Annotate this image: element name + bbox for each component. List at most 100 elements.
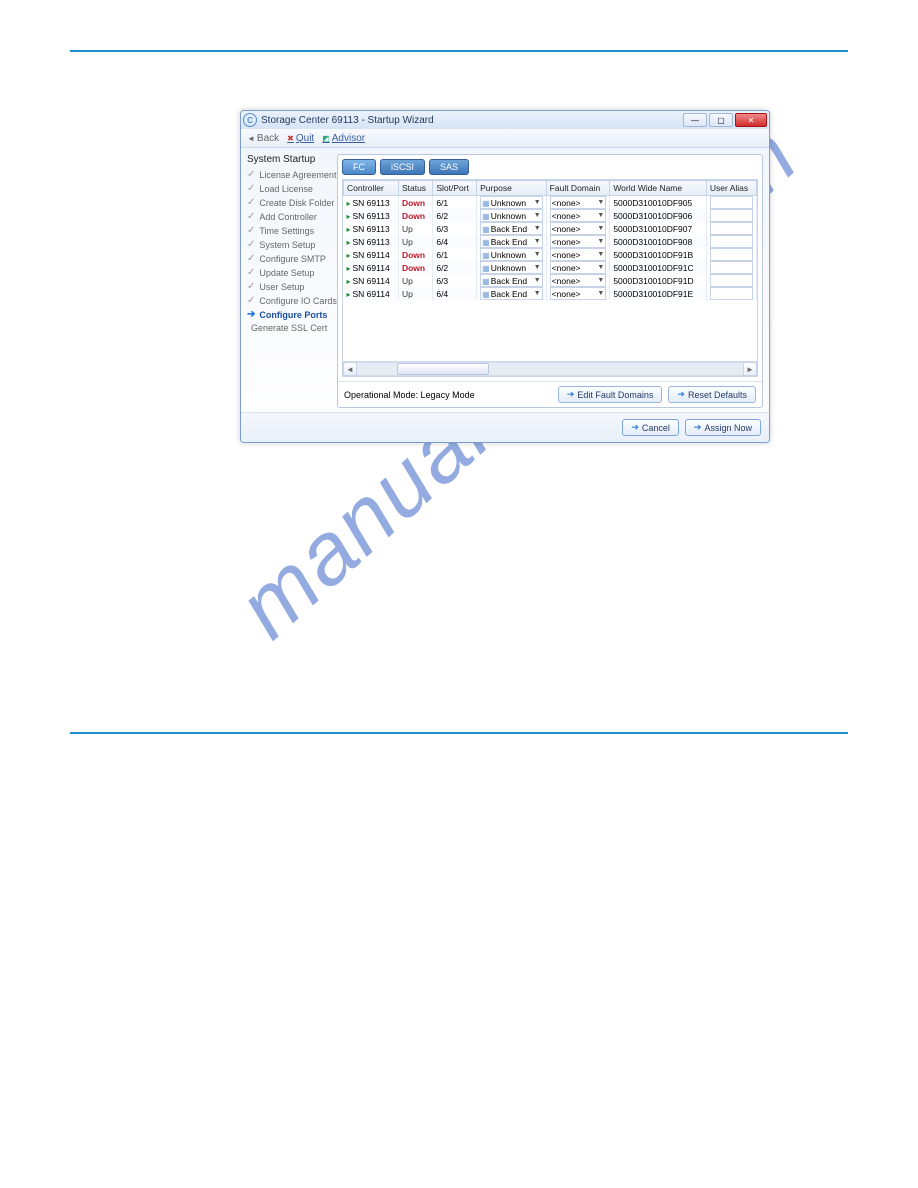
user-alias-input[interactable]: [710, 287, 753, 300]
user-alias-input[interactable]: [710, 196, 753, 209]
fault-domain-dropdown[interactable]: <none>▼: [550, 287, 607, 300]
table-row[interactable]: ▸SN 69114Down6/2▦Unknown▼<none>▼5000D310…: [344, 261, 757, 274]
purpose-dropdown[interactable]: ▦Unknown▼: [480, 209, 543, 222]
sidebar-item-system-setup[interactable]: ✓System Setup: [247, 239, 333, 250]
table-row[interactable]: ▸SN 69113Up6/4▦Back End▼<none>▼5000D3100…: [344, 235, 757, 248]
close-button[interactable]: ✕: [735, 113, 767, 127]
fault-domain-dropdown[interactable]: <none>▼: [550, 261, 607, 274]
purpose-dropdown[interactable]: ▦Back End▼: [480, 287, 543, 300]
horizontal-scrollbar[interactable]: ◄ ►: [343, 361, 757, 376]
operational-mode-label: Operational Mode: Legacy Mode: [344, 390, 475, 400]
fault-domain-dropdown[interactable]: <none>▼: [550, 235, 607, 248]
column-header[interactable]: Status: [398, 181, 432, 196]
column-header[interactable]: Slot/Port: [433, 181, 477, 196]
sidebar-item-add-controller[interactable]: ✓Add Controller: [247, 211, 333, 222]
chevron-down-icon: ▼: [534, 290, 541, 297]
titlebar[interactable]: C Storage Center 69113 - Startup Wizard …: [241, 111, 769, 129]
scroll-thumb[interactable]: [397, 363, 489, 375]
cell-slot: 6/4: [433, 235, 477, 248]
back-button[interactable]: ◄ Back: [247, 133, 279, 144]
quit-icon: ✖: [287, 134, 294, 143]
minimize-button[interactable]: —: [683, 113, 707, 127]
purpose-dropdown[interactable]: ▦Back End▼: [480, 274, 543, 287]
table-row[interactable]: ▸SN 69114Up6/3▦Back End▼<none>▼5000D3100…: [344, 274, 757, 287]
cell-controller: ▸SN 69113: [344, 222, 399, 235]
port-icon: ▦: [482, 277, 490, 286]
assign-now-button[interactable]: ➔ Assign Now: [685, 419, 761, 436]
fault-domain-dropdown[interactable]: <none>▼: [550, 248, 607, 261]
sidebar-item-configure-ports[interactable]: ➔Configure Ports: [247, 309, 333, 320]
sidebar-item-time-settings[interactable]: ✓Time Settings: [247, 225, 333, 236]
fault-domain-dropdown[interactable]: <none>▼: [550, 222, 607, 235]
table-row[interactable]: ▸SN 69114Up6/4▦Back End▼<none>▼5000D3100…: [344, 287, 757, 300]
sidebar-item-generate-ssl-cert[interactable]: Generate SSL Cert: [247, 323, 333, 333]
controller-icon: ▸: [347, 290, 351, 299]
table-row[interactable]: ▸SN 69113Up6/3▦Back End▼<none>▼5000D3100…: [344, 222, 757, 235]
cell-fault-domain: <none>▼: [546, 274, 610, 287]
app-icon: C: [243, 113, 257, 127]
table-row[interactable]: ▸SN 69113Down6/1▦Unknown▼<none>▼5000D310…: [344, 196, 757, 210]
user-alias-input[interactable]: [710, 274, 753, 287]
maximize-button[interactable]: ▢: [709, 113, 733, 127]
purpose-dropdown[interactable]: ▦Unknown▼: [480, 248, 543, 261]
sidebar-item-load-license[interactable]: ✓Load License: [247, 183, 333, 194]
port-icon: ▦: [482, 238, 490, 247]
assign-label: Assign Now: [704, 423, 752, 433]
cell-purpose: ▦Unknown▼: [477, 248, 547, 261]
sidebar-item-label: License Agreement: [259, 170, 336, 180]
cell-slot: 6/2: [433, 261, 477, 274]
cell-fault-domain: <none>▼: [546, 209, 610, 222]
fault-domain-dropdown[interactable]: <none>▼: [550, 209, 607, 222]
chevron-down-icon: ▼: [597, 212, 604, 219]
tab-iscsi[interactable]: iSCSI: [380, 159, 425, 175]
column-header[interactable]: Controller: [344, 181, 399, 196]
advisor-link[interactable]: ◩ Advisor: [322, 133, 365, 144]
user-alias-input[interactable]: [710, 261, 753, 274]
sidebar-item-license-agreement[interactable]: ✓License Agreement: [247, 169, 333, 180]
column-header[interactable]: Purpose: [477, 181, 547, 196]
edit-fault-domains-button[interactable]: ➔ Edit Fault Domains: [558, 386, 663, 403]
tab-fc[interactable]: FC: [342, 159, 376, 175]
purpose-dropdown[interactable]: ▦Unknown▼: [480, 196, 543, 209]
sidebar-item-update-setup[interactable]: ✓Update Setup: [247, 267, 333, 278]
column-header[interactable]: User Alias: [706, 181, 756, 196]
table-row[interactable]: ▸SN 69114Down6/1▦Unknown▼<none>▼5000D310…: [344, 248, 757, 261]
tab-sas[interactable]: SAS: [429, 159, 469, 175]
port-icon: ▦: [482, 199, 490, 208]
checkmark-icon: ✓: [247, 211, 255, 222]
advisor-icon: ◩: [322, 134, 330, 143]
user-alias-input[interactable]: [710, 222, 753, 235]
fault-domain-dropdown[interactable]: <none>▼: [550, 196, 607, 209]
chevron-down-icon: ▼: [597, 277, 604, 284]
sidebar-item-configure-io-cards[interactable]: ✓Configure IO Cards: [247, 295, 333, 306]
cancel-button[interactable]: ➔ Cancel: [622, 419, 679, 436]
column-header[interactable]: Fault Domain: [546, 181, 610, 196]
column-header[interactable]: World Wide Name: [610, 181, 707, 196]
scroll-right-button[interactable]: ►: [743, 362, 757, 376]
cell-status: Down: [398, 261, 432, 274]
port-icon: ▦: [482, 212, 490, 221]
cell-controller: ▸SN 69113: [344, 235, 399, 248]
cell-controller: ▸SN 69114: [344, 261, 399, 274]
cell-purpose: ▦Back End▼: [477, 235, 547, 248]
scroll-left-button[interactable]: ◄: [343, 362, 357, 376]
sidebar-item-create-disk-folder[interactable]: ✓Create Disk Folder: [247, 197, 333, 208]
purpose-dropdown[interactable]: ▦Unknown▼: [480, 261, 543, 274]
cell-controller: ▸SN 69114: [344, 274, 399, 287]
quit-link[interactable]: ✖ Quit: [287, 133, 314, 144]
purpose-dropdown[interactable]: ▦Back End▼: [480, 235, 543, 248]
user-alias-input[interactable]: [710, 235, 753, 248]
controller-icon: ▸: [347, 251, 351, 260]
purpose-dropdown[interactable]: ▦Back End▼: [480, 222, 543, 235]
reset-defaults-button[interactable]: ➔ Reset Defaults: [668, 386, 756, 403]
checkmark-icon: ✓: [247, 281, 255, 292]
user-alias-input[interactable]: [710, 248, 753, 261]
cell-fault-domain: <none>▼: [546, 287, 610, 300]
sidebar-item-user-setup[interactable]: ✓User Setup: [247, 281, 333, 292]
fault-domain-dropdown[interactable]: <none>▼: [550, 274, 607, 287]
table-row[interactable]: ▸SN 69113Down6/2▦Unknown▼<none>▼5000D310…: [344, 209, 757, 222]
sidebar-item-configure-smtp[interactable]: ✓Configure SMTP: [247, 253, 333, 264]
sidebar-item-label: Update Setup: [259, 268, 314, 278]
user-alias-input[interactable]: [710, 209, 753, 222]
sidebar-item-label: Generate SSL Cert: [251, 323, 327, 333]
